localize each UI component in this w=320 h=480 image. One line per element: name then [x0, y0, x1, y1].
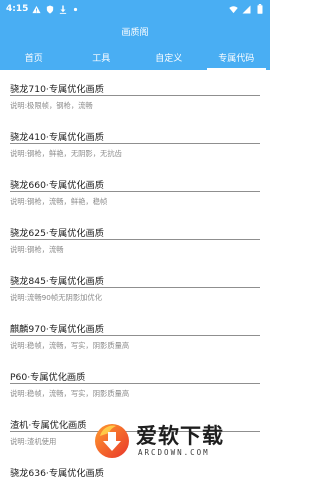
dot-icon: [71, 4, 80, 14]
item-title: 骁龙625·专属优化画质: [10, 228, 104, 239]
divider: [10, 95, 260, 96]
item-title: 骁龙845·专属优化画质: [10, 276, 104, 287]
divider: [10, 143, 260, 144]
tab-label: 首页: [24, 53, 43, 64]
signal-icon: [242, 4, 251, 14]
watermark-url: ARCDOWN.COM: [138, 448, 210, 457]
watermark-name: 爱软下载: [136, 424, 224, 448]
list-item[interactable]: 骁龙625·专属优化画质 说明:钢枪，流畅: [0, 214, 270, 262]
item-description: 说明:稳帧，流畅，写实，阴影质量高: [10, 389, 130, 398]
item-title: 骁龙636·专属优化画质: [10, 468, 104, 479]
battery-icon: [255, 4, 264, 14]
list-item[interactable]: 麒麟970·专属优化画质 说明:稳帧，流畅，写实，阴影质量高: [0, 310, 270, 358]
shield-icon: [45, 4, 54, 14]
item-description: 说明:极限帧，钢枪，流畅: [10, 101, 93, 110]
divider: [10, 383, 260, 384]
tab-label: 工具: [92, 53, 111, 64]
item-title: 渣机·专属优化画质: [10, 420, 87, 431]
list-item[interactable]: 骁龙660·专属优化画质 说明:钢枪，流畅，鲜艳，稳帧: [0, 166, 270, 214]
warning-icon: [32, 4, 41, 14]
item-description: 说明:钢枪，流畅: [10, 245, 64, 254]
item-title: 骁龙410·专属优化画质: [10, 132, 104, 143]
list-item[interactable]: P60·专属优化画质 说明:稳帧，流畅，写实，阴影质量高: [0, 358, 270, 406]
app-screen: 4:15 画质阁 首页 工具 自定义 专属代码 骁龙710·专属优化画质 说明:…: [0, 0, 270, 480]
watermark-logo-icon: [95, 424, 129, 458]
item-title: 骁龙660·专属优化画质: [10, 180, 104, 191]
status-bar: 4:15: [0, 0, 270, 18]
download-icon: [58, 4, 67, 14]
item-description: 说明:稳帧，流畅，写实，阴影质量高: [10, 341, 130, 350]
tab-tools[interactable]: 工具: [68, 44, 136, 70]
item-title: 麒麟970·专属优化画质: [10, 324, 104, 335]
list-item[interactable]: 骁龙410·专属优化画质 说明:钢枪，鲜艳，无阴影，无抗齿: [0, 118, 270, 166]
app-bar: 画质阁: [0, 18, 270, 44]
tab-label: 专属代码: [218, 53, 255, 64]
status-time: 4:15: [6, 4, 29, 14]
divider: [10, 335, 260, 336]
tab-home[interactable]: 首页: [0, 44, 68, 70]
list-item[interactable]: 骁龙710·专属优化画质 说明:极限帧，钢枪，流畅: [0, 70, 270, 118]
divider: [10, 287, 260, 288]
tab-exclusive-code[interactable]: 专属代码: [203, 44, 271, 70]
app-title: 画质阁: [121, 27, 149, 38]
tab-bar: 首页 工具 自定义 专属代码: [0, 44, 270, 70]
divider: [10, 191, 260, 192]
item-description: 说明:钢枪，流畅，鲜艳，稳帧: [10, 197, 108, 206]
tab-custom[interactable]: 自定义: [135, 44, 203, 70]
item-description: 说明:钢枪，鲜艳，无阴影，无抗齿: [10, 149, 122, 158]
wifi-icon: [229, 4, 238, 14]
watermark: 爱软下载 ARCDOWN.COM: [92, 416, 252, 464]
divider: [10, 239, 260, 240]
item-description: 说明:流畅90帧无阴影加优化: [10, 293, 103, 302]
item-title: P60·专属优化画质: [10, 372, 86, 383]
item-title: 骁龙710·专属优化画质: [10, 84, 104, 95]
tab-label: 自定义: [155, 53, 183, 64]
item-description: 说明:渣机使用: [10, 437, 57, 446]
list-item[interactable]: 骁龙845·专属优化画质 说明:流畅90帧无阴影加优化: [0, 262, 270, 310]
